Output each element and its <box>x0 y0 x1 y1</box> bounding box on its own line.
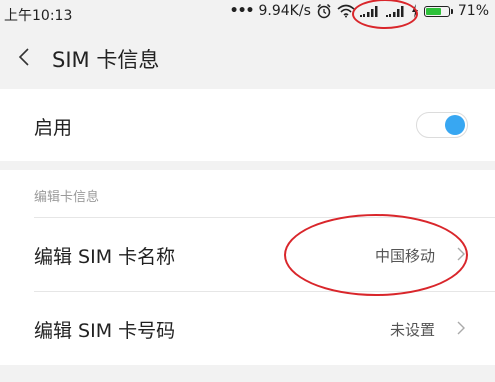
annotation-circle-value <box>284 214 468 296</box>
section-header: 编辑卡信息 <box>34 190 100 205</box>
page-title: SIM 卡信息 <box>52 48 160 72</box>
alarm-icon <box>317 3 331 19</box>
list-item-sim-number[interactable]: 编辑 SIM 卡号码 未设置 <box>0 292 495 365</box>
title-bar: SIM 卡信息 <box>0 28 495 86</box>
status-time: 上午10:13 <box>4 8 73 24</box>
sim-number-label: 编辑 SIM 卡号码 <box>34 320 176 342</box>
battery-icon <box>423 5 453 17</box>
status-icons: ••• 9.94K/s 71% <box>229 0 489 29</box>
annotation-circle-signal <box>351 0 418 29</box>
sim-name-label: 编辑 SIM 卡名称 <box>34 246 176 268</box>
chevron-right-icon <box>457 321 465 335</box>
enable-row[interactable]: 启用 <box>0 89 495 161</box>
notification-dots: ••• <box>229 3 255 19</box>
toggle-knob <box>445 115 465 135</box>
bottom-strip <box>0 368 495 382</box>
screen: 上午10:13 ••• 9.94K/s 71% SIM 卡信息 启用 编辑卡信息… <box>0 0 495 382</box>
enable-label: 启用 <box>34 117 73 139</box>
signal-group <box>351 0 418 29</box>
network-speed: 9.94K/s <box>258 3 311 19</box>
edit-card-section: 编辑卡信息 编辑 SIM 卡名称 中国移动 编辑 SIM 卡号码 未设置 <box>0 170 495 365</box>
chevron-left-icon[interactable] <box>14 46 36 68</box>
battery-percent: 71% <box>457 3 489 19</box>
status-bar: 上午10:13 ••• 9.94K/s 71% <box>0 0 495 29</box>
sim-number-value: 未设置 <box>390 321 436 339</box>
enable-toggle[interactable] <box>416 112 468 138</box>
